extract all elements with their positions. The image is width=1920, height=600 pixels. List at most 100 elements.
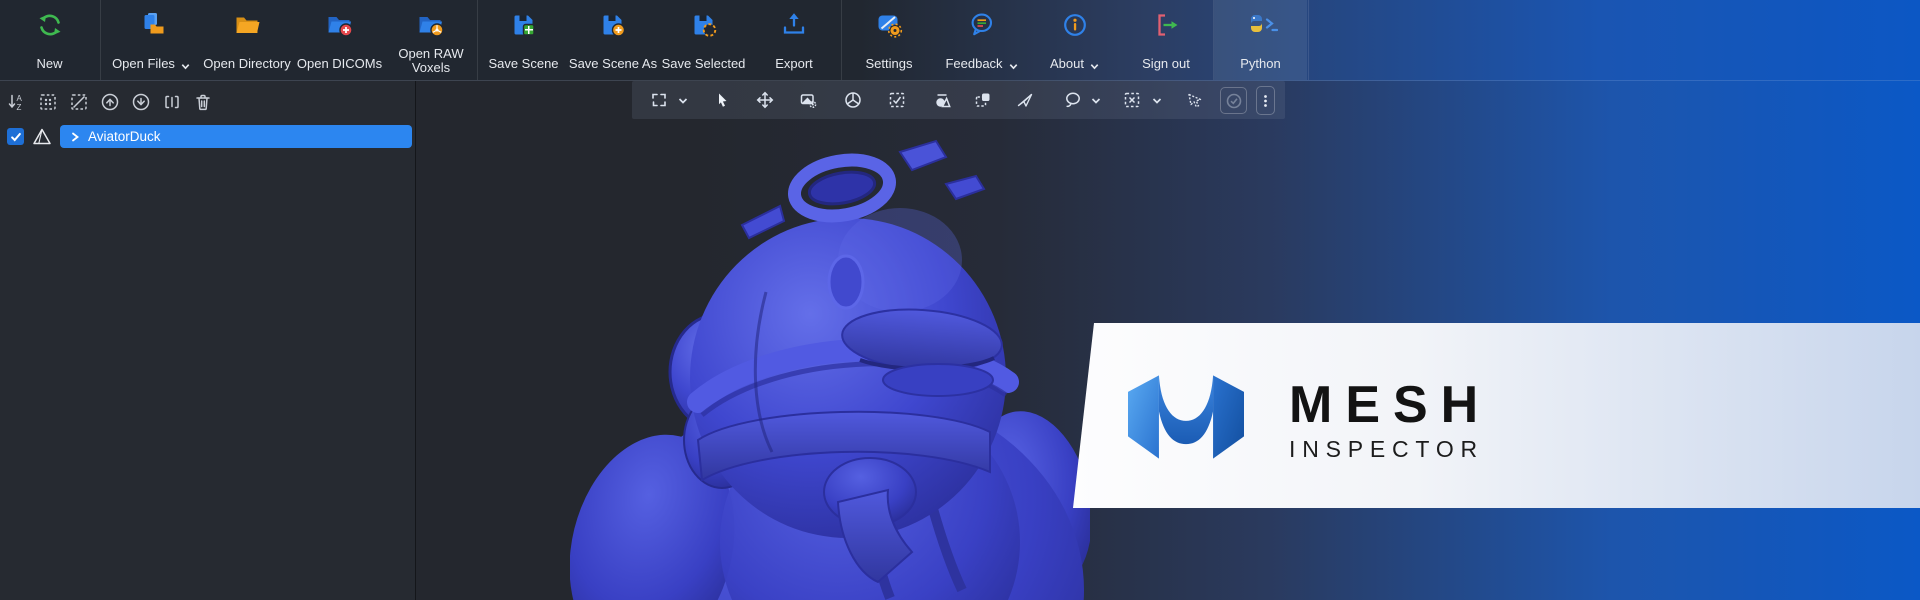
box-deselect-button[interactable] bbox=[1123, 91, 1141, 109]
open-dicoms-icon bbox=[326, 11, 354, 39]
new-label: New bbox=[36, 57, 62, 72]
visibility-checkbox[interactable] bbox=[7, 128, 24, 145]
toolbar-separator bbox=[841, 0, 842, 80]
feedback-button[interactable]: Feedback bbox=[934, 0, 1030, 80]
brand-text: MESH INSPECTOR bbox=[1289, 379, 1491, 461]
viewport-toolbar bbox=[632, 81, 1285, 119]
select-cursor-button[interactable] bbox=[714, 91, 732, 109]
toolbar-separator bbox=[477, 0, 478, 80]
lasso-select-button[interactable] bbox=[1064, 91, 1082, 109]
move-up-button[interactable] bbox=[98, 90, 122, 114]
lasso-select-icon bbox=[1064, 91, 1082, 109]
open-directory-button[interactable]: Open Directory bbox=[200, 0, 294, 80]
box-select-check-button[interactable] bbox=[888, 91, 906, 109]
save-scene-as-button[interactable]: Save Scene As bbox=[567, 0, 659, 80]
export-label: Export bbox=[775, 57, 813, 72]
tree-item-aviatorduck[interactable]: AviatorDuck bbox=[60, 125, 412, 148]
top-toolbar: New Open Files Open Directory bbox=[0, 0, 1920, 81]
feedback-icon bbox=[968, 11, 996, 39]
apply-selection-button[interactable] bbox=[1220, 87, 1247, 114]
settings-icon bbox=[875, 11, 903, 39]
meshinspector-logo bbox=[1128, 372, 1244, 462]
open-files-button[interactable]: Open Files bbox=[103, 0, 200, 80]
box-deselect-dropdown[interactable] bbox=[1151, 95, 1163, 107]
new-button[interactable]: New bbox=[0, 0, 99, 80]
sign-out-icon bbox=[1152, 11, 1180, 39]
open-files-icon bbox=[138, 11, 166, 39]
scene-options-button[interactable] bbox=[799, 91, 817, 109]
export-icon bbox=[780, 11, 808, 39]
freeform-select-icon bbox=[1186, 91, 1204, 109]
move-down-icon bbox=[131, 92, 151, 112]
save-scene-label: Save Scene bbox=[488, 57, 558, 72]
lasso-dropdown[interactable] bbox=[1090, 95, 1102, 107]
chevron-down-icon bbox=[1151, 95, 1163, 107]
chevron-right-icon bbox=[70, 132, 80, 142]
chevron-down-icon bbox=[1089, 61, 1100, 72]
delete-icon bbox=[193, 92, 213, 112]
open-raw-voxels-label: Open RAW Voxels bbox=[398, 46, 463, 76]
apply-selection-icon bbox=[1225, 92, 1243, 110]
save-selected-icon bbox=[690, 11, 718, 39]
export-button[interactable]: Export bbox=[748, 0, 840, 80]
open-raw-voxels-icon bbox=[417, 11, 445, 39]
toolbar-separator bbox=[1308, 0, 1309, 80]
duplicate-icon bbox=[974, 91, 992, 109]
check-icon bbox=[10, 131, 22, 143]
transform-move-icon bbox=[756, 91, 774, 109]
python-button[interactable]: Python bbox=[1214, 0, 1307, 80]
brand-subtitle: INSPECTOR bbox=[1289, 438, 1491, 461]
sign-out-label: Sign out bbox=[1142, 57, 1190, 72]
move-down-button[interactable] bbox=[129, 90, 153, 114]
more-options-icon bbox=[1259, 93, 1272, 109]
primitives-button[interactable] bbox=[934, 91, 952, 109]
orbit-icon bbox=[844, 91, 862, 109]
box-select-check-icon bbox=[888, 91, 906, 109]
scene-options-icon bbox=[799, 91, 817, 109]
duplicate-button[interactable] bbox=[974, 91, 992, 109]
open-dicoms-button[interactable]: Open DICOMs bbox=[294, 0, 385, 80]
new-scene-icon bbox=[36, 11, 64, 39]
about-icon bbox=[1061, 11, 1089, 39]
open-directory-icon bbox=[233, 11, 261, 39]
object-tree-panel: A Z bbox=[0, 80, 416, 600]
plane-cut-icon bbox=[1016, 91, 1034, 109]
rename-button[interactable] bbox=[160, 90, 184, 114]
about-label: About bbox=[1050, 57, 1084, 72]
open-directory-label: Open Directory bbox=[203, 57, 290, 72]
settings-label: Settings bbox=[866, 57, 913, 72]
save-selected-button[interactable]: Save Selected bbox=[659, 0, 748, 80]
save-scene-as-icon bbox=[599, 11, 627, 39]
deselect-all-button[interactable] bbox=[67, 90, 91, 114]
transform-move-button[interactable] bbox=[756, 91, 774, 109]
freeform-select-button[interactable] bbox=[1186, 91, 1204, 109]
more-options-button[interactable] bbox=[1256, 86, 1275, 115]
open-raw-voxels-button[interactable]: Open RAW Voxels bbox=[385, 0, 477, 80]
sort-button[interactable]: A Z bbox=[5, 90, 29, 114]
chevron-down-icon bbox=[677, 95, 689, 107]
orbit-button[interactable] bbox=[844, 91, 862, 109]
settings-button[interactable]: Settings bbox=[844, 0, 934, 80]
fit-view-button[interactable] bbox=[650, 91, 668, 109]
delete-button[interactable] bbox=[191, 90, 215, 114]
brand-title: MESH bbox=[1289, 379, 1491, 431]
select-all-button[interactable] bbox=[36, 90, 60, 114]
aviator-duck-model[interactable] bbox=[570, 110, 1090, 600]
save-selected-label: Save Selected bbox=[662, 57, 746, 72]
sort-icon: A Z bbox=[7, 92, 27, 112]
save-scene-button[interactable]: Save Scene bbox=[480, 0, 567, 80]
fit-view-dropdown[interactable] bbox=[677, 95, 689, 107]
svg-text:Z: Z bbox=[17, 103, 22, 112]
plane-cut-button[interactable] bbox=[1016, 91, 1034, 109]
sign-out-button[interactable]: Sign out bbox=[1120, 0, 1212, 80]
python-icon bbox=[1244, 11, 1278, 39]
about-button[interactable]: About bbox=[1030, 0, 1120, 80]
deselect-all-icon bbox=[69, 92, 89, 112]
save-scene-icon bbox=[510, 11, 538, 39]
open-files-label: Open Files bbox=[112, 57, 175, 72]
select-all-icon bbox=[38, 92, 58, 112]
brand-banner: MESH INSPECTOR bbox=[1073, 323, 1920, 508]
open-dicoms-label: Open DICOMs bbox=[297, 57, 382, 72]
box-deselect-icon bbox=[1123, 91, 1141, 109]
chevron-down-icon bbox=[1008, 61, 1019, 72]
